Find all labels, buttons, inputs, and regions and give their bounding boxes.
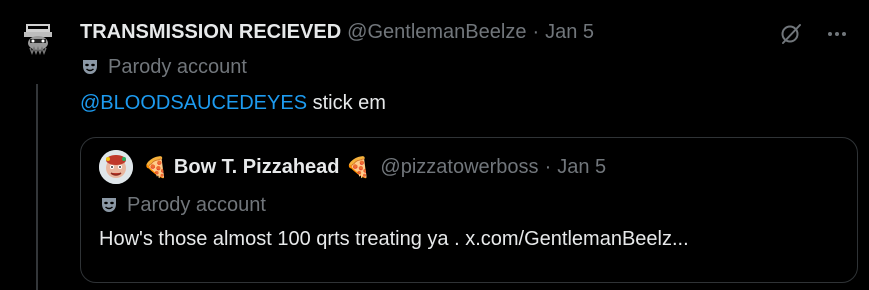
parody-label: Parody account <box>108 55 247 78</box>
avatar[interactable] <box>16 16 60 60</box>
thread-line <box>36 84 38 290</box>
theater-masks-icon <box>80 57 100 77</box>
quote-date[interactable]: Jan 5 <box>557 156 606 179</box>
quote-avatar[interactable] <box>99 150 133 184</box>
mention-link[interactable]: @BLOODSAUCEDEYES <box>80 92 307 114</box>
pizza-emoji-left: 🍕 <box>143 156 168 179</box>
post[interactable]: TRANSMISSION RECIEVED @GentlemanBeelze ·… <box>0 0 869 290</box>
display-name[interactable]: TRANSMISSION RECIEVED <box>80 21 341 44</box>
theater-masks-icon <box>99 195 119 215</box>
quote-user-handle[interactable]: @pizzatowerboss <box>380 156 538 179</box>
post-text: @BLOODSAUCEDEYES stick em <box>80 90 857 116</box>
user-handle[interactable]: @GentlemanBeelze <box>347 21 526 44</box>
avatar-image <box>24 24 52 56</box>
quote-parody-label-row: Parody account <box>99 192 839 218</box>
quote-header: 🍕 Bow T. Pizzahead 🍕 @pizzatowerboss · J… <box>99 150 839 184</box>
header-actions <box>775 18 853 50</box>
quote-avatar-image <box>99 150 133 184</box>
separator-dot: · <box>532 20 540 43</box>
grok-icon[interactable] <box>775 18 807 50</box>
post-content: TRANSMISSION RECIEVED @GentlemanBeelze ·… <box>80 18 857 116</box>
quote-text: How's those almost 100 qrts treating ya … <box>99 228 689 250</box>
quote-parody-label: Parody account <box>127 193 266 216</box>
avatar-column <box>16 16 60 60</box>
post-date[interactable]: Jan 5 <box>545 21 594 44</box>
post-header: TRANSMISSION RECIEVED @GentlemanBeelze ·… <box>80 18 857 46</box>
more-icon[interactable] <box>821 18 853 50</box>
quote-display-name[interactable]: Bow T. Pizzahead <box>174 156 340 179</box>
pizza-emoji-right: 🍕 <box>345 156 371 179</box>
parody-label-row: Parody account <box>80 54 857 80</box>
post-body: stick em <box>307 92 386 114</box>
quoted-post[interactable]: 🍕 Bow T. Pizzahead 🍕 @pizzatowerboss · J… <box>80 137 858 283</box>
quote-separator-dot: · <box>544 155 552 178</box>
